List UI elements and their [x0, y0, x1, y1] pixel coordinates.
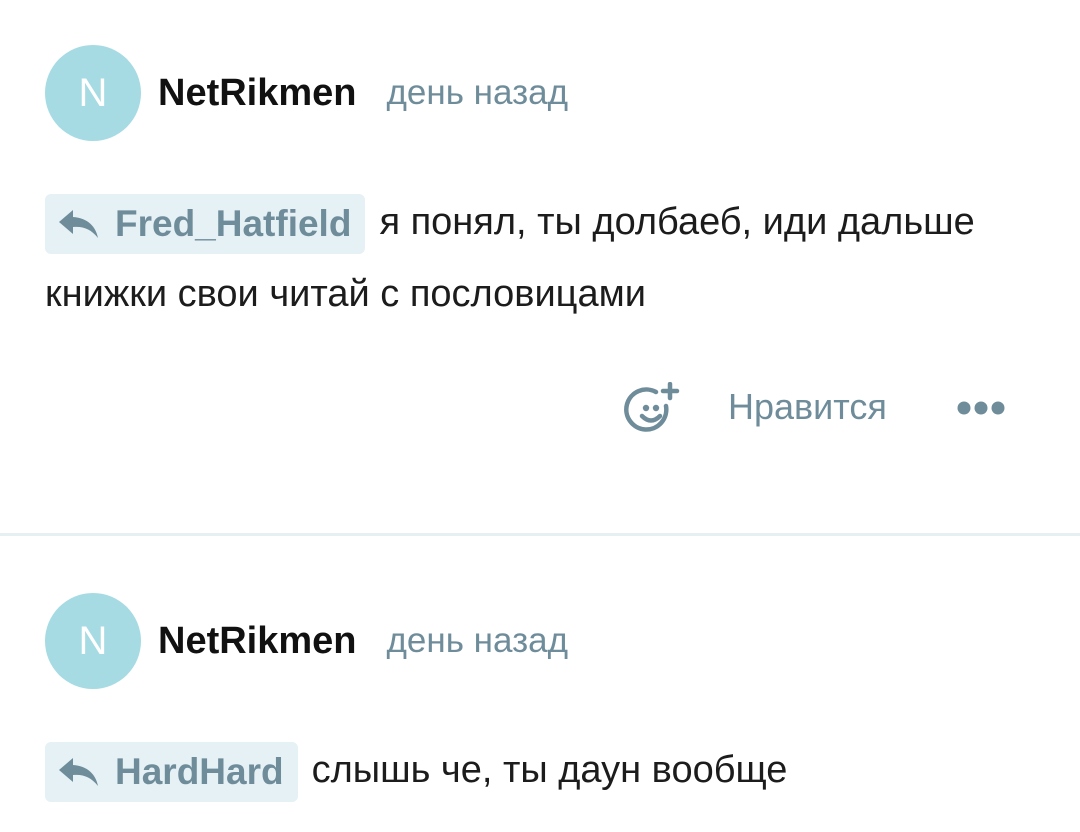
avatar[interactable]: N	[45, 593, 141, 689]
reply-mention-name: Fred_Hatfield	[115, 202, 352, 244]
reply-arrow-icon	[59, 209, 98, 238]
avatar[interactable]: N	[45, 45, 141, 141]
comment-body: Fred_Hatfield я понял, ты долбаеб, иди д…	[45, 186, 1005, 330]
timestamp: день назад	[386, 621, 569, 660]
more-dots-icon	[957, 401, 1005, 415]
reply-mention-chip[interactable]: HardHard	[45, 741, 298, 802]
avatar-letter: N	[78, 618, 108, 663]
reply-mention-name: HardHard	[115, 750, 284, 792]
avatar-letter: N	[78, 70, 108, 115]
comment-actions: Нравится	[620, 378, 1020, 442]
add-emoji-icon	[624, 381, 680, 432]
more-options-button[interactable]	[956, 398, 1006, 418]
comment-divider	[0, 533, 1080, 536]
reply-mention-chip[interactable]: Fred_Hatfield	[45, 193, 366, 254]
comment-text: слышь че, ты даун вообще	[311, 749, 788, 791]
comment-header: N NetRikmen день назад	[45, 45, 568, 141]
like-button[interactable]: Нравится	[728, 386, 887, 428]
reply-arrow-icon	[59, 757, 98, 786]
username[interactable]: NetRikmen	[158, 620, 357, 663]
timestamp: день назад	[386, 73, 569, 112]
add-reaction-button[interactable]	[624, 381, 682, 438]
username[interactable]: NetRikmen	[158, 72, 357, 115]
comment-header: N NetRikmen день назад	[45, 593, 568, 689]
comment-body: HardHard слышь че, ты даун вообще	[45, 734, 1005, 806]
